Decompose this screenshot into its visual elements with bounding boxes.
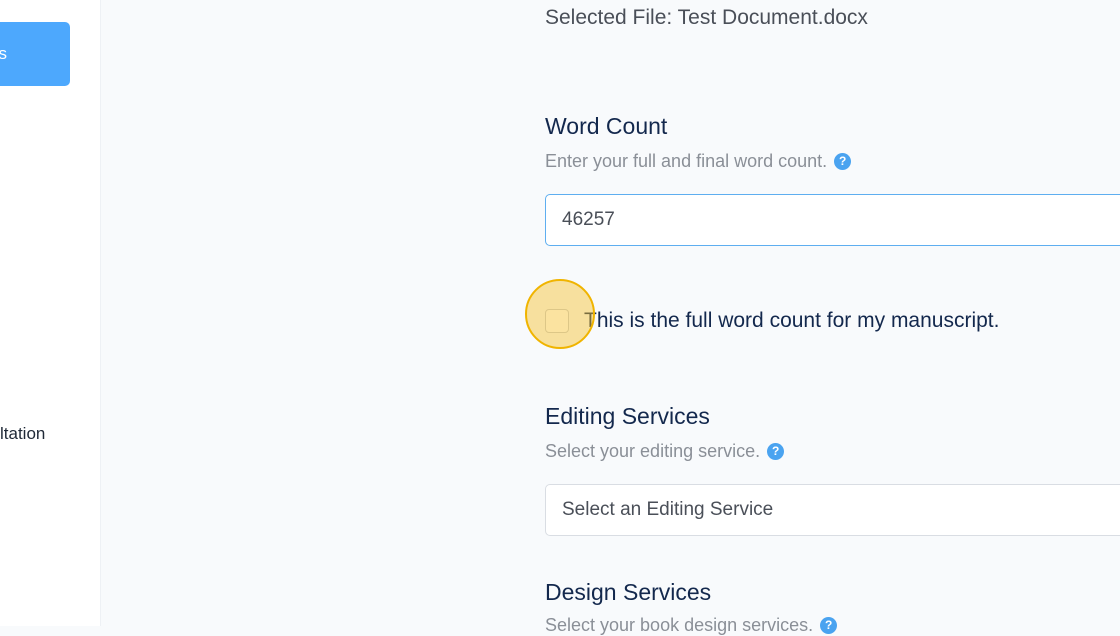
word-count-value: 46257 xyxy=(562,209,615,230)
sidebar-item-consultation[interactable]: ltation xyxy=(0,424,100,444)
editing-services-helper-text: Select your editing service. xyxy=(545,441,761,461)
word-count-helper: Enter your full and final word count. ? xyxy=(545,151,852,172)
design-services-title: Design Services xyxy=(545,579,712,605)
full-word-count-confirmation: This is the full word count for my manus… xyxy=(545,309,999,333)
word-count-input[interactable]: 46257 xyxy=(545,194,1120,246)
editing-service-select-value: Select an Editing Service xyxy=(562,499,774,520)
sidebar-item-active[interactable]: s xyxy=(0,22,70,86)
editing-services-helper: Select your editing service. ? xyxy=(545,441,785,462)
word-count-helper-text: Enter your full and final word count. xyxy=(545,151,828,171)
full-word-count-checkbox-label[interactable]: This is the full word count for my manus… xyxy=(584,309,999,333)
question-circle-icon[interactable]: ? xyxy=(834,153,852,170)
sidebar-item-label: s xyxy=(0,44,7,63)
word-count-title: Word Count xyxy=(545,113,668,139)
editing-service-select[interactable]: Select an Editing Service xyxy=(545,484,1120,536)
question-circle-icon[interactable]: ? xyxy=(767,443,785,460)
sidebar: s ltation xyxy=(0,0,101,626)
selected-file-text: Selected File: Test Document.docx xyxy=(545,6,868,29)
editing-services-title: Editing Services xyxy=(545,403,710,429)
sidebar-item-label: ltation xyxy=(0,424,46,443)
full-word-count-checkbox[interactable] xyxy=(545,309,569,333)
